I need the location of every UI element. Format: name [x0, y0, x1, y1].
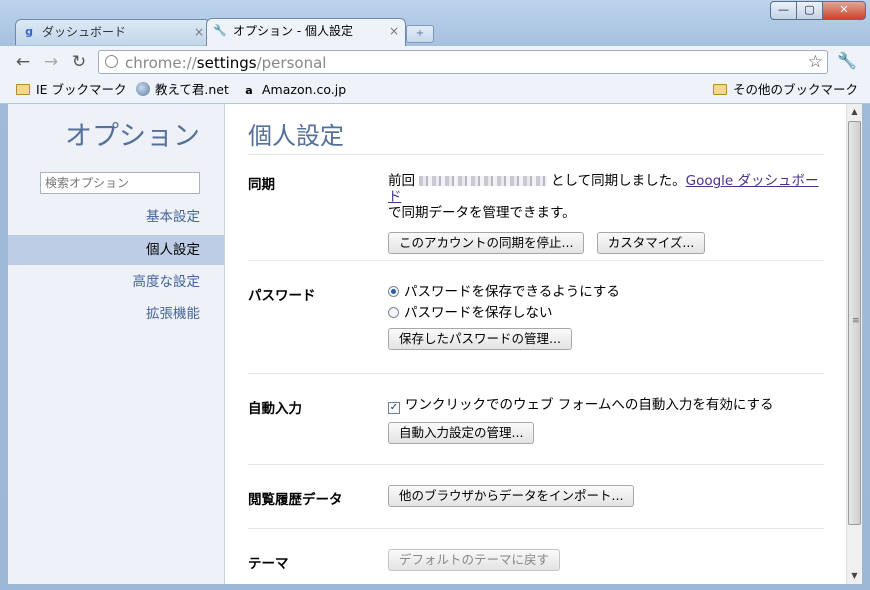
reload-icon[interactable]: ↻: [68, 51, 90, 73]
divider: [248, 464, 824, 465]
amazon-icon: a: [245, 84, 253, 97]
divider: [248, 528, 824, 529]
tab-label: ダッシュボード: [42, 25, 127, 39]
settings-main: 個人設定 同期 前回 として同期しました。Google ダッシュボード で同期デー…: [248, 104, 824, 584]
password-option-nosave[interactable]: パスワードを保存しない: [388, 305, 824, 321]
folder-icon: [16, 84, 30, 95]
divider: [248, 373, 824, 374]
bookmark-other-folder[interactable]: その他のブックマーク: [713, 81, 858, 99]
manage-passwords-button[interactable]: 保存したパスワードの管理...: [388, 328, 572, 350]
sync-status-text: 前回 として同期しました。Google ダッシュボード: [388, 173, 819, 205]
autofill-checkbox-row[interactable]: ✓ ワンクリックでのウェブ フォームへの自動入力を有効にする: [388, 397, 824, 414]
theme-label: テーマ: [248, 556, 289, 572]
bookmark-star-icon[interactable]: ☆: [808, 52, 823, 72]
sync-body: 前回 として同期しました。Google ダッシュボード で同期データを管理できます…: [388, 173, 824, 254]
page-icon: [105, 55, 118, 68]
stop-sync-button[interactable]: このアカウントの同期を停止...: [388, 232, 585, 254]
autofill-label: 自動入力: [248, 401, 302, 417]
autofill-body: ✓ ワンクリックでのウェブ フォームへの自動入力を有効にする 自動入力設定の管理.…: [388, 397, 824, 444]
vertical-scrollbar[interactable]: ▲ ≡ ▼: [846, 104, 862, 584]
bookmark-oshietekun[interactable]: 教えて君.net: [136, 81, 229, 99]
reset-theme-button[interactable]: デフォルトのテーマに戻す: [388, 549, 561, 571]
tab-strip: g ダッシュボード × 🔧 オプション - 個人設定 × + — ▢ ✕: [0, 0, 870, 46]
sidebar-title: オプション: [65, 121, 200, 152]
history-label: 閲覧履歴データ: [248, 492, 343, 508]
folder-icon: [713, 84, 727, 95]
bookmarks-bar: IE ブックマーク 教えて君.net a Amazon.co.jp その他のブック…: [0, 78, 870, 104]
sync-status-text-2: で同期データを管理できます。: [388, 205, 576, 221]
scroll-down-arrow-icon[interactable]: ▼: [847, 568, 862, 584]
divider: [248, 154, 824, 155]
checkbox-checked-icon[interactable]: ✓: [388, 402, 400, 414]
sidebar-item-personal[interactable]: 個人設定: [8, 235, 224, 265]
tab-label: オプション - 個人設定: [233, 24, 353, 38]
sidebar-item-advanced[interactable]: 高度な設定: [8, 267, 224, 297]
search-options-input[interactable]: [40, 172, 200, 194]
globe-icon: [136, 82, 150, 96]
sidebar-item-basics[interactable]: 基本設定: [8, 202, 224, 232]
toolbar: ← → ↻ chrome://settings/personal ☆ 🔧: [0, 46, 870, 78]
tab-options-personal[interactable]: 🔧 オプション - 個人設定 ×: [206, 18, 406, 46]
customize-sync-button[interactable]: カスタマイズ...: [596, 232, 706, 254]
close-window-button[interactable]: ✕: [822, 1, 866, 20]
browser-window: g ダッシュボード × 🔧 オプション - 個人設定 × + — ▢ ✕ ← →…: [0, 0, 870, 590]
password-body: パスワードを保存できるようにする パスワードを保存しない 保存したパスワードの管…: [388, 284, 824, 350]
sidebar-item-extensions[interactable]: 拡張機能: [8, 299, 224, 329]
password-option-save[interactable]: パスワードを保存できるようにする: [388, 284, 824, 300]
minimize-button[interactable]: —: [770, 1, 797, 20]
scroll-thumb[interactable]: ≡: [848, 121, 861, 525]
page-content: オプション 基本設定 個人設定 高度な設定 拡張機能 個人設定 同期 前回として…: [8, 104, 862, 584]
address-bar[interactable]: chrome://settings/personal ☆: [98, 50, 828, 74]
import-data-button[interactable]: 他のブラウザからデータをインポート...: [388, 485, 635, 507]
close-tab-icon[interactable]: ×: [389, 19, 399, 44]
grip-icon: ≡: [852, 316, 860, 326]
url-text: chrome://settings/personal: [125, 54, 327, 72]
bookmark-ie-folder[interactable]: IE ブックマーク: [16, 81, 127, 99]
maximize-button[interactable]: ▢: [796, 1, 823, 20]
new-tab-button[interactable]: +: [406, 25, 434, 43]
password-label: パスワード: [248, 288, 316, 304]
wrench-menu-icon[interactable]: 🔧: [836, 50, 858, 72]
scroll-up-arrow-icon[interactable]: ▲: [847, 104, 862, 120]
sync-label: 同期: [248, 177, 275, 193]
radio-icon[interactable]: [388, 307, 399, 318]
blurred-account: [419, 176, 547, 186]
options-sidebar: オプション 基本設定 個人設定 高度な設定 拡張機能: [8, 104, 225, 584]
divider: [248, 260, 824, 261]
back-arrow-icon[interactable]: ←: [12, 51, 34, 73]
bookmark-amazon[interactable]: a Amazon.co.jp: [242, 81, 346, 99]
manage-autofill-button[interactable]: 自動入力設定の管理...: [388, 422, 535, 444]
radio-selected-icon[interactable]: [388, 286, 399, 297]
history-body: 他のブラウザからデータをインポート...: [388, 485, 824, 507]
close-tab-icon[interactable]: ×: [194, 20, 204, 45]
google-icon: g: [25, 25, 33, 38]
tab-dashboard[interactable]: g ダッシュボード ×: [15, 19, 211, 45]
page-title: 個人設定: [248, 122, 344, 150]
theme-body: デフォルトのテーマに戻す: [388, 549, 824, 571]
wrench-icon: 🔧: [213, 24, 227, 37]
forward-arrow-icon[interactable]: →: [40, 51, 62, 73]
